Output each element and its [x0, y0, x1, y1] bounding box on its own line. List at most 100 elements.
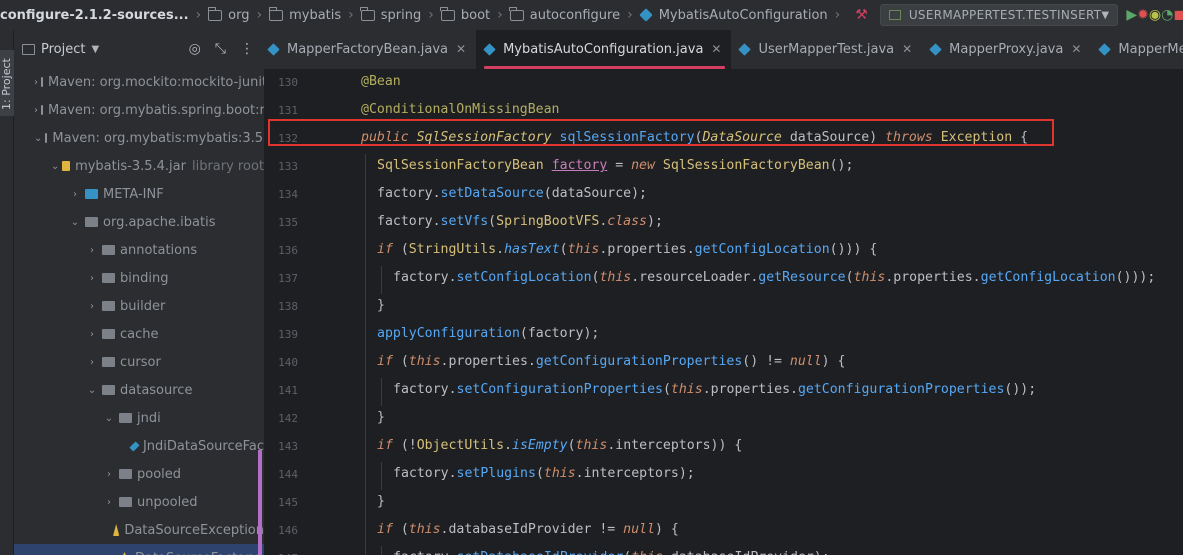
code-line[interactable]: factory.setPlugins(this.interceptors); — [393, 466, 695, 481]
code-line[interactable]: } — [377, 298, 385, 313]
tree-node[interactable]: › META-INF — [14, 180, 264, 208]
tab-mybatis-auto-configuration[interactable]: MybatisAutoConfiguration.java ✕ — [476, 30, 732, 69]
tree-node[interactable]: JndiDataSourceFac — [14, 432, 264, 460]
stop-icon[interactable]: ◼ — [1173, 7, 1183, 23]
tree-node[interactable]: › builder — [14, 292, 264, 320]
breadcrumb-item[interactable]: org — [228, 8, 249, 23]
tree-node[interactable]: › binding — [14, 264, 264, 292]
expand-toggle-icon[interactable]: ⌄ — [34, 133, 42, 144]
tree-node[interactable]: ⌄ Maven: org.mybatis:mybatis:3.5.4 — [14, 124, 264, 152]
tree-node[interactable]: ⌄ mybatis-3.5.4.jar library root — [14, 152, 264, 180]
tab-mapper-method[interactable]: MapperMethod.java ✕ — [1091, 30, 1183, 69]
code-line[interactable]: } — [377, 494, 385, 509]
breadcrumb-spring[interactable]: spring — [360, 0, 421, 30]
project-tree: › Maven: org.mockito:mockito-junit › Maven:… — [14, 68, 264, 555]
collapse-toggle-icon[interactable]: › — [34, 105, 38, 116]
code-line[interactable]: factory.setVfs(SpringBootVFS.class); — [377, 214, 663, 229]
code-editor[interactable]: 130 131 132 133 134 135 136 137 138 139 140 141 142 1… — [264, 70, 1183, 555]
collapse-toggle-icon[interactable]: › — [85, 273, 99, 284]
debug-icon[interactable]: ✹ — [1137, 7, 1149, 23]
tree-node[interactable]: DataSourceFactory — [14, 544, 264, 555]
run-icon[interactable]: ▶ — [1126, 7, 1137, 23]
breadcrumb-mybatis[interactable]: mybatis — [268, 0, 341, 30]
breadcrumb-boot[interactable]: boot — [440, 0, 490, 30]
code-line[interactable]: if (!ObjectUtils.isEmpty(this.intercepto… — [377, 438, 742, 453]
breadcrumb-org[interactable]: org — [207, 0, 249, 30]
code-line[interactable]: applyConfiguration(factory); — [377, 326, 599, 341]
breadcrumb-item[interactable]: boot — [461, 8, 490, 23]
project-header-actions: ◎ ⤡ ⋮ — [189, 30, 254, 68]
code-line[interactable]: @Bean — [361, 74, 401, 89]
breadcrumb-item[interactable]: spring — [381, 8, 421, 23]
tree-node[interactable]: ⌄ datasource — [14, 376, 264, 404]
line-number: 137 — [278, 272, 298, 285]
tree-node[interactable]: › cache — [14, 320, 264, 348]
tree-node[interactable]: › unpooled — [14, 488, 264, 516]
tree-node-label: datasource — [120, 382, 193, 398]
close-icon[interactable]: ✕ — [456, 42, 466, 56]
tree-node[interactable]: ⌄ jndi — [14, 404, 264, 432]
code-line[interactable]: if (this.properties.getConfigurationProp… — [377, 354, 846, 369]
code-line[interactable]: if (StringUtils.hasText(this.properties.… — [377, 242, 877, 257]
breadcrumb-item[interactable]: configure-2.1.2-sources... — [0, 8, 189, 23]
more-options-icon[interactable]: ⋮ — [240, 41, 254, 57]
collapse-toggle-icon[interactable]: › — [34, 77, 38, 88]
line-number: 142 — [278, 412, 298, 425]
locate-icon[interactable]: ◎ — [189, 41, 201, 57]
tree-node[interactable]: › annotations — [14, 236, 264, 264]
project-icon — [22, 43, 35, 55]
tree-node[interactable]: DataSourceException — [14, 516, 264, 544]
code-line[interactable]: factory.setConfigurationProperties(this.… — [393, 382, 1036, 397]
collapse-toggle-icon[interactable]: › — [85, 357, 99, 368]
tab-mapper-proxy[interactable]: MapperProxy.java ✕ — [922, 30, 1091, 69]
collapse-toggle-icon[interactable]: › — [102, 469, 116, 480]
folder-icon — [207, 6, 223, 21]
tree-node[interactable]: › pooled — [14, 460, 264, 488]
expand-toggle-icon[interactable]: ⌄ — [102, 413, 116, 424]
tab-mapper-factory-bean[interactable]: MapperFactoryBean.java ✕ — [264, 30, 476, 69]
tree-node[interactable]: › Maven: org.mybatis.spring.boot:r — [14, 96, 264, 124]
folder-icon — [440, 6, 455, 21]
tree-node[interactable]: › cursor — [14, 348, 264, 376]
collapse-toggle-icon[interactable]: › — [85, 245, 99, 256]
close-icon[interactable]: ✕ — [711, 42, 721, 56]
code-line[interactable]: @ConditionalOnMissingBean — [361, 102, 560, 117]
collapse-toggle-icon[interactable]: › — [68, 189, 82, 200]
close-icon[interactable]: ✕ — [1071, 42, 1081, 56]
collapse-toggle-icon[interactable]: › — [102, 497, 116, 508]
code-line[interactable]: factory.setDatabaseIdProvider(this.datab… — [393, 550, 830, 555]
breadcrumb-class[interactable]: MybatisAutoConfiguration — [638, 0, 828, 30]
collapse-all-icon[interactable]: ⤡ — [215, 41, 226, 57]
jar-icon — [62, 161, 71, 171]
breadcrumb-item[interactable]: mybatis — [289, 8, 341, 23]
code-line[interactable]: } — [377, 410, 385, 425]
collapse-toggle-icon[interactable]: › — [85, 301, 99, 312]
code-line[interactable]: factory.setConfigLocation(this.resourceL… — [393, 270, 1155, 285]
breadcrumb-root[interactable]: configure-2.1.2-sources... — [0, 0, 189, 30]
collapse-toggle-icon[interactable]: › — [85, 329, 99, 340]
run-configuration-select[interactable]: USERMAPPERTEST.TESTINSERT ▼ — [879, 4, 1119, 26]
expand-toggle-icon[interactable]: ⌄ — [51, 161, 59, 172]
breadcrumb-item[interactable]: autoconfigure — [530, 8, 620, 23]
build-hammer-icon[interactable]: ⚒ — [855, 7, 868, 23]
code-line[interactable]: if (this.databaseIdProvider != null) { — [377, 522, 679, 537]
expand-toggle-icon[interactable]: ⌄ — [85, 385, 99, 396]
tab-label: MapperMethod.java — [1118, 41, 1183, 57]
tree-node[interactable]: › Maven: org.mockito:mockito-junit — [14, 68, 264, 96]
class-icon — [129, 440, 140, 452]
coverage-icon[interactable]: ◉ — [1149, 7, 1161, 23]
code-line[interactable]: factory.setDataSource(dataSource); — [377, 186, 647, 201]
tab-user-mapper-test[interactable]: UserMapperTest.java ✕ — [731, 30, 922, 69]
breadcrumb-item[interactable]: MybatisAutoConfiguration — [659, 8, 828, 23]
project-tool-tab[interactable]: 1: Project — [0, 50, 14, 116]
breadcrumb-autoconfigure[interactable]: autoconfigure — [509, 0, 620, 30]
project-view-title[interactable]: Project — [41, 42, 85, 57]
caret-down-icon[interactable]: ▼ — [91, 44, 99, 55]
code-line[interactable]: SqlSessionFactoryBean factory = new SqlS… — [377, 158, 853, 173]
caret-down-icon: ▼ — [1101, 9, 1110, 21]
close-icon[interactable]: ✕ — [902, 42, 912, 56]
tree-node[interactable]: ⌄ org.apache.ibatis — [14, 208, 264, 236]
profile-icon[interactable]: ◔ — [1161, 7, 1173, 23]
expand-toggle-icon[interactable]: ⌄ — [68, 217, 82, 228]
chevron-right-icon: › — [428, 7, 434, 23]
